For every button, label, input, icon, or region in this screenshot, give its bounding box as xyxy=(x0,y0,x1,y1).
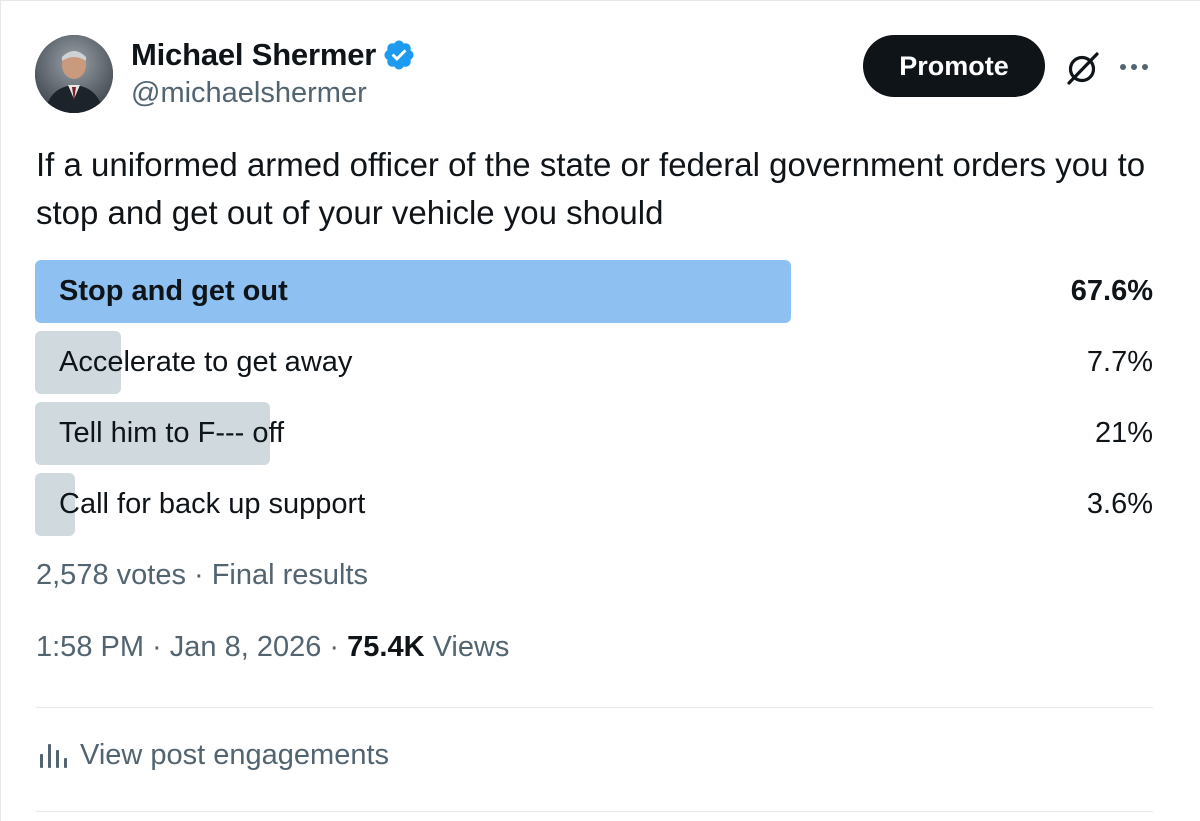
meta-separator: · xyxy=(321,631,348,663)
post-time[interactable]: 1:58 PM xyxy=(36,631,144,663)
poll-option-percent: 67.6% xyxy=(1070,275,1153,307)
poll: Stop and get out 67.6% Accelerate to get… xyxy=(35,260,1153,544)
author-handle[interactable]: @michaelshermer xyxy=(131,77,416,110)
grok-icon[interactable] xyxy=(1063,48,1103,88)
view-engagements-link[interactable]: View post engagements xyxy=(36,738,389,772)
poll-option-label: Tell him to F--- off xyxy=(59,417,285,449)
post-card: Michael Shermer @michaelshermer Promote … xyxy=(0,0,1200,821)
divider xyxy=(36,707,1153,708)
poll-option-label: Accelerate to get away xyxy=(59,346,353,378)
poll-option-percent: 21% xyxy=(1094,417,1153,449)
post-date[interactable]: Jan 8, 2026 xyxy=(170,631,322,663)
poll-option-label: Stop and get out xyxy=(59,275,288,307)
analytics-icon xyxy=(40,744,67,768)
poll-option: Accelerate to get away 7.7% xyxy=(35,331,1153,394)
avatar-photo xyxy=(35,35,113,113)
post-meta: 1:58 PM · Jan 8, 2026 · 75.4K Views xyxy=(36,631,509,664)
divider xyxy=(36,811,1153,812)
display-name[interactable]: Michael Shermer xyxy=(131,37,376,73)
avatar[interactable] xyxy=(35,35,113,113)
display-name-row: Michael Shermer xyxy=(131,35,416,75)
poll-summary: 2,578 votes · Final results xyxy=(36,559,369,591)
views-count: 75.4K xyxy=(347,631,425,663)
poll-option: Call for back up support 3.6% xyxy=(35,473,1153,536)
poll-option: Stop and get out 67.6% xyxy=(35,260,1153,323)
more-dots-icon[interactable] xyxy=(1117,55,1151,79)
poll-option: Tell him to F--- off 21% xyxy=(35,402,1153,465)
view-engagements-label: View post engagements xyxy=(80,738,390,771)
promote-button[interactable]: Promote xyxy=(863,35,1045,97)
verified-badge-icon[interactable] xyxy=(382,38,416,72)
author-block: Michael Shermer @michaelshermer xyxy=(131,35,416,110)
views-label: Views xyxy=(424,631,510,663)
poll-option-percent: 7.7% xyxy=(1086,346,1153,378)
post-text: If a uniformed armed officer of the stat… xyxy=(36,146,1146,231)
poll-option-label: Call for back up support xyxy=(59,488,366,520)
poll-option-percent: 3.6% xyxy=(1086,488,1153,520)
meta-separator: · xyxy=(144,631,170,663)
